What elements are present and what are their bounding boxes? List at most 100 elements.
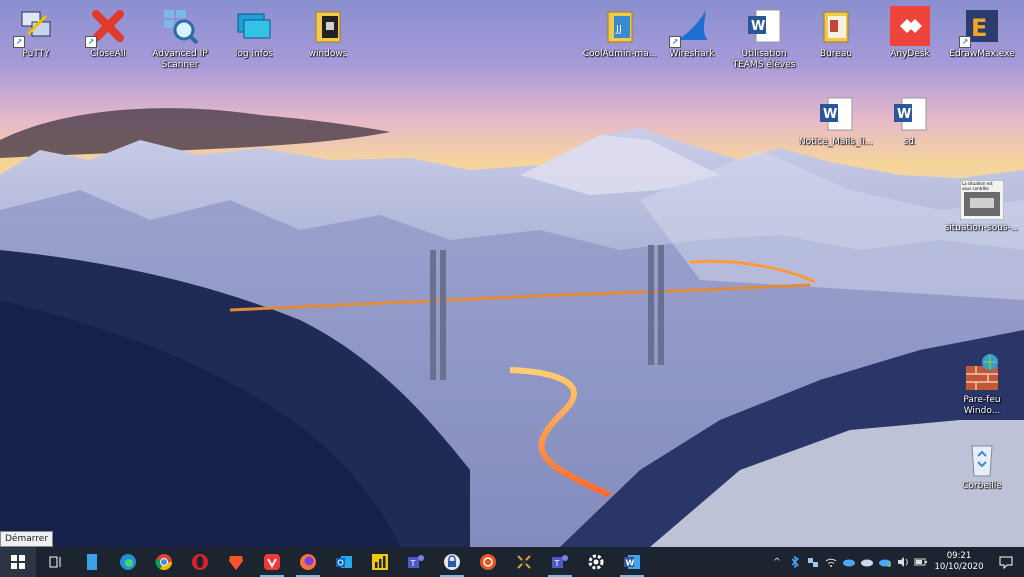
- desktop-icon-windows-folder[interactable]: windows: [290, 6, 366, 60]
- firewall-icon: [962, 352, 1002, 392]
- vivaldi-icon: [264, 554, 280, 570]
- edraw-icon: E ↗: [959, 6, 1002, 48]
- svg-text:W: W: [751, 19, 765, 34]
- desktop-icon-situation[interactable]: La situation est sous contrôle situation…: [944, 179, 1020, 234]
- volume-icon[interactable]: [894, 547, 912, 577]
- taskbar-app-powerbi[interactable]: [362, 547, 398, 577]
- keepass-icon: [444, 554, 460, 570]
- desktop-icon-sdl[interactable]: W sdl: [872, 94, 948, 148]
- onedrive-cloud-icon[interactable]: [840, 547, 858, 577]
- crossed-tool-icon: [517, 555, 531, 569]
- word-icon: W: [816, 94, 856, 134]
- network-scanner-icon: [160, 6, 200, 46]
- desktop-icon-corbeille[interactable]: Corbeille: [944, 438, 1020, 492]
- settings-gear-icon: [588, 554, 604, 570]
- desktop-icon-log-infos[interactable]: log infos: [216, 6, 292, 60]
- desktop-icon-wireshark[interactable]: ↗ Wireshark: [654, 6, 730, 60]
- taskbar-clock[interactable]: 09:21 10/10/2020: [930, 551, 988, 573]
- desktop-icon-label: windows: [308, 49, 348, 59]
- svg-text:T: T: [554, 559, 560, 568]
- clock-time: 09:21: [946, 551, 972, 561]
- shortcut-arrow-icon: ↗: [13, 36, 25, 48]
- taskbar-app-teams[interactable]: T: [398, 547, 434, 577]
- taskbar-app-teams-2[interactable]: T: [542, 547, 578, 577]
- cloud-sync-icon[interactable]: [876, 547, 894, 577]
- desktop-icon-notice-mails[interactable]: W Notice_Mails_li...: [798, 94, 874, 148]
- desktop-icon-label: Bureau: [819, 49, 853, 59]
- desktop-icon-label: Pare-feu Windo...: [963, 395, 1001, 416]
- teams-icon: T: [408, 555, 424, 568]
- outlook-icon: [336, 556, 352, 568]
- start-tooltip: Démarrer: [0, 531, 54, 547]
- desktop-icon-label: CloseAll: [90, 49, 126, 59]
- svg-text:JJ: JJ: [615, 24, 622, 35]
- network-devices-icon[interactable]: [804, 547, 822, 577]
- taskbar: T T W ^ 09:21 10/10/2020: [0, 547, 1024, 577]
- desktop-icon-label: situation-sous-...: [944, 223, 1020, 233]
- taskbar-app-chrome[interactable]: [146, 547, 182, 577]
- desktop-icon-putty[interactable]: ↗ PuTTY: [0, 6, 74, 60]
- battery-icon[interactable]: [912, 547, 930, 577]
- folder-icon: [816, 6, 856, 46]
- word-icon: W: [890, 94, 930, 134]
- taskbar-app-file[interactable]: [74, 547, 110, 577]
- teams-icon: T: [552, 555, 568, 568]
- desktop-icon-bureau[interactable]: Bureau: [798, 6, 874, 60]
- onedrive-cloud-icon-2[interactable]: [858, 547, 876, 577]
- image-thumbnail-icon: La situation est sous contrôle: [959, 179, 1005, 221]
- desktop-icon-edrawmax[interactable]: E ↗ EdrawMax.exe: [944, 6, 1020, 60]
- action-center-button[interactable]: [988, 547, 1024, 577]
- taskbar-app-vivaldi[interactable]: [254, 547, 290, 577]
- taskbar-app-outlook[interactable]: [326, 547, 362, 577]
- svg-text:W: W: [897, 107, 911, 122]
- desktop-icon-label: Wireshark: [669, 49, 715, 59]
- taskbar-app-edge[interactable]: [110, 547, 146, 577]
- brave-icon: [229, 556, 243, 570]
- system-tray: ^ 09:21 10/10/2020: [768, 547, 1024, 577]
- desktop-icon-label: PuTTY: [22, 49, 50, 59]
- anydesk-icon: [890, 6, 930, 46]
- taskbar-app-opera[interactable]: [182, 547, 218, 577]
- desktop-icon-label: EdrawMax.exe: [949, 49, 1015, 59]
- edge-icon: [120, 554, 136, 570]
- taskbar-app-brave[interactable]: [218, 547, 254, 577]
- desktop-icon-label: CoolAdmin-ma...: [582, 49, 658, 59]
- bluetooth-icon[interactable]: [786, 547, 804, 577]
- desktop-icon-label: Corbeille: [962, 481, 1002, 491]
- firefox-icon: [300, 554, 316, 570]
- taskbar-app-word[interactable]: W: [614, 547, 650, 577]
- desktop-icon-pare-feu[interactable]: Pare-feu Windo...: [944, 352, 1020, 417]
- desktop-icon-advanced-ip-scanner[interactable]: Advanced IP Scanner: [142, 6, 218, 71]
- file-app-icon: [87, 554, 97, 570]
- wifi-icon[interactable]: [822, 547, 840, 577]
- closeall-icon: ↗: [85, 6, 128, 48]
- recycle-bin-icon: [962, 438, 1002, 478]
- thumbnail-caption: La situation est sous contrôle: [962, 181, 993, 191]
- notification-icon: [999, 556, 1013, 569]
- desktop-icon-anydesk[interactable]: AnyDesk: [872, 6, 948, 60]
- word-icon: W: [744, 6, 784, 46]
- svg-text:W: W: [626, 559, 635, 568]
- folder-icon: JJ: [600, 6, 640, 46]
- taskbar-app-settings[interactable]: [578, 547, 614, 577]
- task-view-icon: [49, 556, 61, 568]
- desktop-icon-cooladmin[interactable]: JJ CoolAdmin-ma...: [582, 6, 658, 60]
- taskbar-app-ubuntu[interactable]: [470, 547, 506, 577]
- ubuntu-icon: [480, 554, 496, 570]
- desktop-icon-label: log infos: [234, 49, 274, 59]
- taskbar-app-tool[interactable]: [506, 547, 542, 577]
- shortcut-arrow-icon: ↗: [669, 36, 681, 48]
- desktop-icon-utilisation-teams[interactable]: W Utilisation TEAMS élèves: [726, 6, 802, 71]
- desktop-icon-label: AnyDesk: [890, 49, 930, 59]
- tray-overflow-chevron[interactable]: ^: [768, 547, 786, 577]
- task-view-button[interactable]: [38, 547, 74, 577]
- monitor-icon: [234, 6, 274, 46]
- desktop-icon-closeall[interactable]: ↗ CloseAll: [70, 6, 146, 60]
- shortcut-arrow-icon: ↗: [85, 36, 97, 48]
- chrome-icon: [155, 554, 173, 571]
- powerbi-icon: [372, 554, 388, 570]
- desktop-wallpaper: [0, 0, 1024, 547]
- taskbar-app-firefox[interactable]: [290, 547, 326, 577]
- taskbar-app-keepass[interactable]: [434, 547, 470, 577]
- start-button[interactable]: [0, 547, 36, 577]
